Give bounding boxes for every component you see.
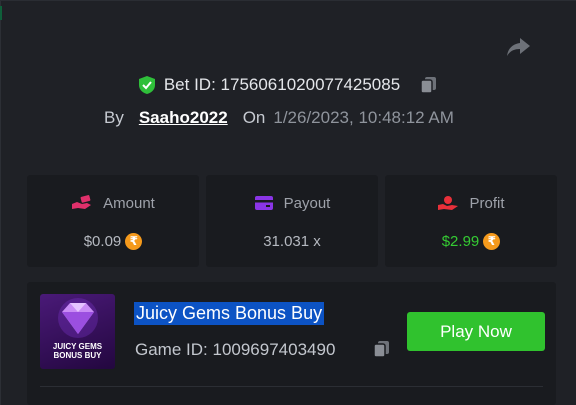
copy-game-id-button[interactable] — [370, 338, 392, 360]
game-id-text: Game ID: 1009697403490 — [135, 340, 335, 360]
username-link[interactable]: Saaho2022 — [139, 108, 228, 128]
profit-label: Profit — [469, 194, 505, 212]
frame-edge — [0, 0, 1, 405]
share-button[interactable] — [503, 33, 533, 61]
payout-label: Payout — [283, 194, 331, 212]
payout-card: Payout 31.031 x — [206, 175, 378, 267]
copy-icon — [372, 341, 389, 358]
bet-id-row: Bet ID: 1756061020077425085 — [0, 73, 576, 97]
panel-divider — [40, 386, 543, 387]
top-divider — [0, 0, 576, 1]
corner-marker — [0, 6, 2, 20]
bet-id-value: 1756061020077425085 — [220, 75, 401, 94]
on-label: On — [242, 108, 266, 127]
bet-date: 1/26/2023, 10:48:12 AM — [273, 108, 454, 127]
amount-label: Amount — [103, 194, 155, 212]
rupee-coin-icon: ₹ — [483, 232, 501, 250]
author-row: By Saaho2022 On 1/26/2023, 10:48:12 AM — [104, 106, 454, 130]
game-panel: JUICY GEMS BONUS BUY Juicy Gems Bonus Bu… — [27, 282, 556, 405]
rupee-coin-icon: ₹ — [125, 232, 143, 250]
game-id-value: 1009697403490 — [212, 340, 336, 359]
by-label: By — [104, 108, 124, 127]
amount-card: Amount $0.09 ₹ — [27, 175, 199, 267]
gem-icon — [58, 298, 98, 338]
share-arrow-icon — [507, 38, 530, 56]
copy-icon — [419, 77, 436, 94]
payout-value: 31.031 x — [263, 232, 321, 250]
play-now-button[interactable]: Play Now — [407, 312, 545, 351]
game-thumbnail[interactable]: JUICY GEMS BONUS BUY — [40, 294, 115, 369]
amount-value: $0.09 — [83, 232, 122, 250]
hand-money-icon — [72, 195, 92, 209]
game-name[interactable]: Juicy Gems Bonus Buy — [134, 302, 325, 325]
bet-id-label: Bet ID: — [163, 75, 216, 94]
wallet-card-icon — [254, 196, 273, 210]
profit-card: Profit $2.99 ₹ — [385, 175, 557, 267]
hand-coin-icon — [438, 196, 459, 210]
bet-id-text: Bet ID: 1756061020077425085 — [164, 75, 400, 95]
game-id-label: Game ID: — [135, 340, 208, 359]
copy-bet-id-button[interactable] — [418, 75, 438, 95]
shield-check-icon — [138, 75, 156, 95]
thumbnail-title: JUICY GEMS BONUS BUY — [52, 342, 103, 360]
profit-value: $2.99 — [441, 232, 480, 250]
